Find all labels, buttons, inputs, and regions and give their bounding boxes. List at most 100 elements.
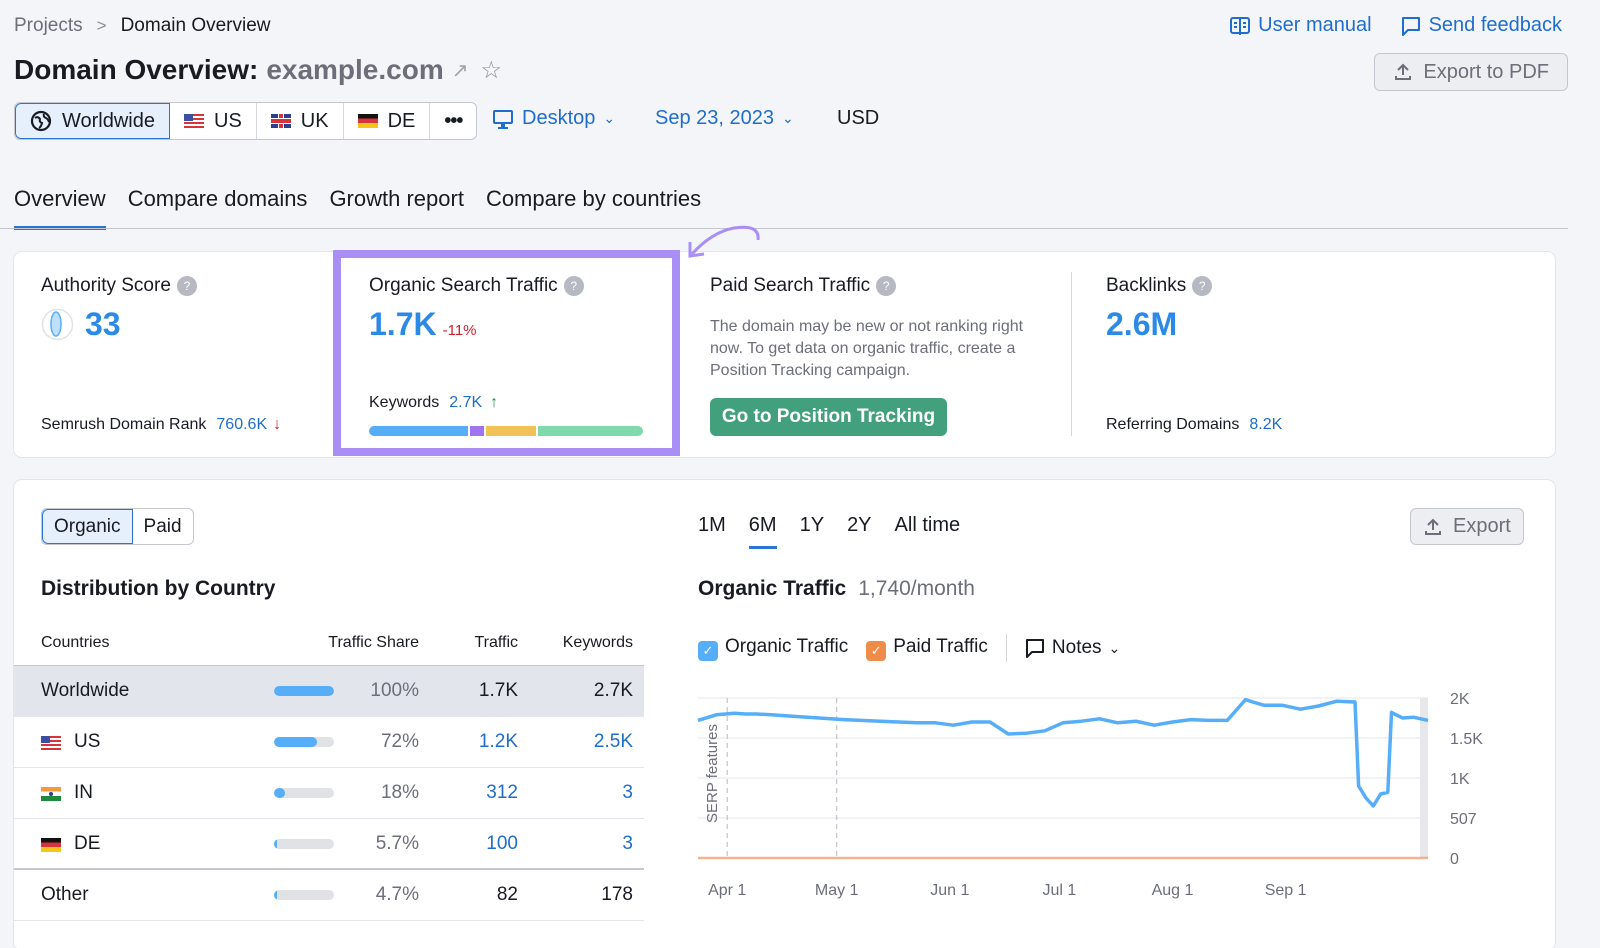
tab-compare-domains[interactable]: Compare domains	[128, 186, 308, 230]
period-1y[interactable]: 1Y	[800, 514, 824, 549]
arrow-down-icon: ↓	[273, 416, 282, 433]
organic-traffic-value[interactable]: 1.7K	[369, 306, 437, 343]
keyword-segment[interactable]	[470, 426, 484, 436]
chart-scroll-edge	[1420, 698, 1428, 858]
top-links: User manual Send feedback	[1229, 14, 1562, 37]
x-tick-label: Aug 1	[1152, 882, 1194, 899]
keywords-value[interactable]: 3	[622, 833, 633, 855]
tab-growth-report[interactable]: Growth report	[329, 186, 464, 230]
traffic-value[interactable]: 1.2K	[479, 731, 518, 753]
period-1m[interactable]: 1M	[698, 514, 726, 549]
traffic-value[interactable]: 312	[486, 782, 518, 804]
backlinks-value[interactable]: 2.6M	[1106, 306, 1177, 343]
keywords-value[interactable]: 3	[622, 782, 633, 804]
in-flag-icon	[41, 787, 61, 801]
traffic-chart-value: 1,740/month	[858, 577, 975, 600]
col-traffic[interactable]: Traffic	[474, 634, 518, 652]
user-manual-label: User manual	[1258, 14, 1372, 36]
paid-traffic-description: The domain may be new or not ranking rig…	[710, 318, 1024, 379]
info-icon[interactable]: ?	[876, 276, 897, 296]
period-2y[interactable]: 2Y	[847, 514, 871, 549]
keywords-value: 2.7K	[593, 680, 633, 701]
authority-gauge-icon	[41, 308, 74, 341]
star-icon[interactable]: ☆	[481, 56, 503, 85]
keywords-value[interactable]: 2.7K	[449, 394, 482, 412]
table-row[interactable]: DE 5.7% 100 3	[14, 819, 644, 870]
notes-dropdown[interactable]: Notes ⌄	[1025, 637, 1120, 659]
summary-divider	[1071, 272, 1072, 436]
breadcrumb: Projects > Domain Overview	[14, 15, 271, 37]
traffic-share-value: 100%	[370, 680, 419, 701]
checkbox-checked-icon[interactable]: ✓	[698, 640, 718, 661]
export-pdf-label: Export to PDF	[1423, 60, 1549, 83]
x-tick-label: Jul 1	[1042, 882, 1076, 899]
de-flag-icon	[357, 114, 378, 128]
table-row[interactable]: Other 4.7% 82 178	[14, 870, 644, 921]
keywords-value: 178	[601, 884, 633, 905]
date-dropdown[interactable]: Sep 23, 2023 ⌄	[655, 107, 794, 130]
external-link-icon[interactable]: ↗	[452, 58, 469, 83]
keywords-value[interactable]: 2.5K	[594, 731, 633, 753]
traffic-chart-header: Organic Traffic 1,740/month	[698, 577, 975, 601]
info-icon[interactable]: ?	[176, 276, 197, 296]
comment-icon	[1401, 16, 1420, 36]
page-title-domain: example.com	[266, 54, 444, 85]
domain-rank-value[interactable]: 760.6K	[216, 416, 267, 434]
toggle-paid[interactable]: Paid	[133, 509, 193, 544]
db-de[interactable]: DE	[344, 103, 431, 139]
export-pdf-button[interactable]: Export to PDF	[1374, 53, 1568, 91]
period-all-time[interactable]: All time	[895, 514, 961, 549]
x-tick-label: May 1	[815, 882, 859, 899]
y-tick-label: 0	[1450, 851, 1459, 868]
device-dropdown[interactable]: Desktop ⌄	[492, 107, 615, 130]
arrow-annotation-icon	[688, 225, 760, 258]
go-to-position-tracking-button[interactable]: Go to Position Tracking	[710, 398, 947, 436]
db-de-label: DE	[387, 109, 416, 132]
send-feedback-link[interactable]: Send feedback	[1400, 14, 1562, 37]
table-row[interactable]: US 72% 1.2K 2.5K	[14, 717, 644, 768]
info-icon[interactable]: ?	[1192, 276, 1213, 296]
desktop-icon	[493, 109, 513, 129]
table-row[interactable]: Worldwide 100% 1.7K 2.7K	[14, 666, 644, 717]
main-tabs: Overview Compare domains Growth report C…	[14, 186, 701, 230]
paid-traffic-label: Paid Search Traffic ?	[710, 275, 897, 297]
country-name: Other	[41, 884, 89, 905]
toggle-organic[interactable]: Organic	[42, 509, 133, 544]
col-keywords[interactable]: Keywords	[563, 634, 633, 652]
keyword-segment[interactable]	[369, 426, 469, 436]
db-worldwide[interactable]: Worldwide	[15, 103, 170, 139]
table-row[interactable]: IN 18% 312 3	[14, 768, 644, 819]
db-worldwide-label: Worldwide	[62, 109, 155, 132]
tab-compare-by-countries[interactable]: Compare by countries	[486, 186, 701, 230]
tab-overview[interactable]: Overview	[14, 186, 106, 230]
traffic-share-bar	[274, 788, 334, 798]
breadcrumb-projects[interactable]: Projects	[14, 15, 83, 37]
breadcrumb-separator: >	[96, 16, 107, 35]
referring-domains-value[interactable]: 8.2K	[1249, 416, 1282, 434]
date-label: Sep 23, 2023	[655, 107, 774, 129]
organic-traffic-chart[interactable]: 2K 1.5K 1K 507 0 Apr 1 May 1 Jun 1 Jul 1 Aug 1 Sep…	[690, 690, 1490, 910]
db-uk[interactable]: UK	[257, 103, 344, 139]
db-us[interactable]: US	[170, 103, 257, 139]
authority-score-title: Authority Score	[41, 275, 171, 296]
legend-paid[interactable]: ✓ Paid Traffic	[866, 636, 988, 661]
export-button[interactable]: Export	[1410, 508, 1524, 545]
db-more-button[interactable]: •••	[430, 103, 476, 139]
y-tick-label: 2K	[1450, 691, 1470, 708]
keyword-segment[interactable]	[538, 426, 643, 436]
legend-paid-label: Paid Traffic	[893, 635, 988, 657]
traffic-value[interactable]: 100	[486, 833, 518, 855]
info-icon[interactable]: ?	[563, 276, 584, 296]
legend-organic-label: Organic Traffic	[725, 635, 849, 657]
more-icon: •••	[444, 109, 463, 132]
col-traffic-share[interactable]: Traffic Share	[328, 634, 419, 652]
authority-score-value[interactable]: 33	[85, 306, 121, 343]
page-title-prefix: Domain Overview:	[14, 54, 259, 85]
period-6m[interactable]: 6M	[748, 514, 777, 549]
user-manual-link[interactable]: User manual	[1229, 14, 1372, 37]
keyword-segment[interactable]	[485, 426, 537, 436]
country-name: IN	[74, 782, 93, 803]
checkbox-checked-icon[interactable]: ✓	[866, 640, 887, 661]
breadcrumb-current: Domain Overview	[120, 15, 271, 36]
legend-organic[interactable]: ✓ Organic Traffic	[698, 636, 848, 661]
